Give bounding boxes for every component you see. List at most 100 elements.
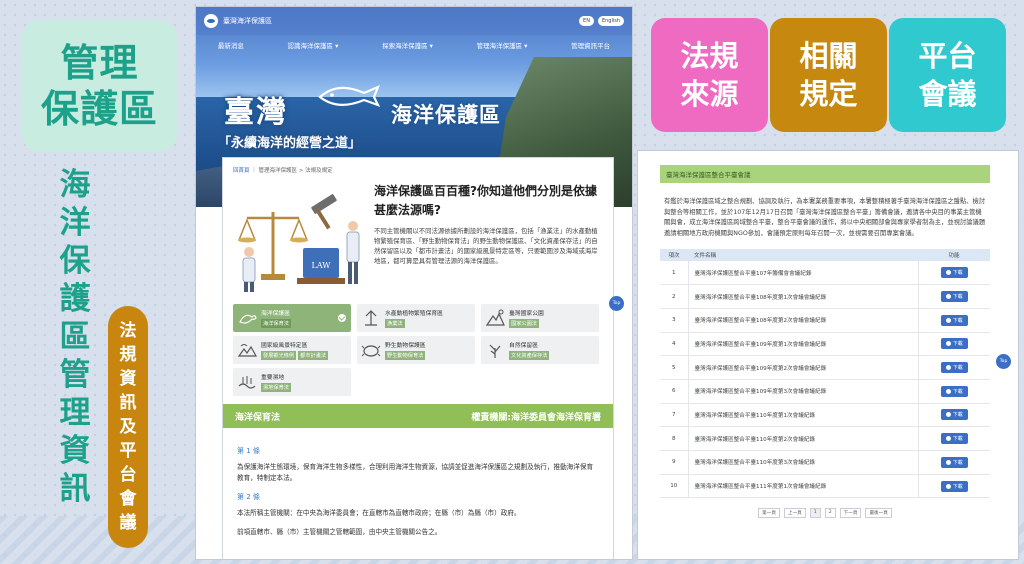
- title-box: 管理 保護區: [22, 20, 177, 152]
- category-icon: [239, 314, 257, 324]
- category-card[interactable]: 野生動物保護區 野生動物保育法: [357, 336, 475, 364]
- nav-item[interactable]: 認識海洋保護區 ▾: [288, 40, 339, 50]
- breadcrumb-home-link[interactable]: 回首頁: [233, 168, 250, 174]
- category-card[interactable]: 海洋保護區海洋保育法: [233, 304, 351, 332]
- category-tag: 野生動物保育法: [385, 351, 426, 360]
- lang-english-button[interactable]: English: [597, 16, 624, 26]
- document-name: 臺灣海洋保護區整合平臺109年度第3次會議會議紀錄: [687, 379, 919, 404]
- pagination: 第一頁 上一頁 1 2 下一頁 最後一頁: [660, 508, 990, 519]
- hero-title: 臺灣: [224, 95, 288, 130]
- vertical-char: 區: [59, 319, 91, 355]
- download-button[interactable]: 下載: [940, 314, 968, 326]
- tile-line: 來源: [680, 77, 739, 111]
- category-card[interactable]: 自然保留區 文化資產保存法: [481, 336, 599, 364]
- category-tag: 國家公園法: [509, 319, 539, 328]
- category-card[interactable]: 國家級風景特定區 發展觀光條例 都市計畫法: [233, 336, 351, 364]
- download-button[interactable]: 下載: [940, 433, 968, 445]
- tile-line: 平台: [918, 39, 977, 73]
- back-to-top-button-2[interactable]: Top: [996, 354, 1011, 369]
- download-button[interactable]: 下載: [940, 362, 968, 374]
- category-name: 重要濕地: [261, 375, 285, 381]
- nav-item[interactable]: 管理海洋保護區 ▾: [477, 40, 528, 50]
- vertical-char: 保: [59, 243, 91, 279]
- tile-law-source[interactable]: 法規 來源: [651, 18, 768, 132]
- category-icon: [361, 345, 381, 357]
- tile-line: 規定: [799, 77, 858, 111]
- intro-text: 海洋保護區百百種?你知道他們分別是依據甚麼法源嗎? 不同主管機關以不同法源依據所…: [374, 182, 603, 300]
- meeting-description: 有鑑於海洋保護區域之整合規劃、協調及執行，為本署業務重要事項，本署整積極著手臺灣…: [664, 198, 986, 237]
- pill-char: 平: [119, 441, 137, 461]
- download-button[interactable]: 下載: [940, 409, 968, 421]
- row-action: 下載: [918, 450, 990, 475]
- pill-char: 議: [119, 513, 137, 533]
- table-row: 9 臺灣海洋保護區整合平臺110年度第3次會議紀錄 下載: [660, 450, 990, 475]
- category-tag: 都市計畫法: [298, 351, 329, 360]
- hero-title-2: 海洋保護區: [391, 103, 501, 127]
- category-tag: 海洋保育法: [261, 319, 291, 328]
- download-button[interactable]: 下載: [940, 480, 968, 492]
- main-nav: 最新消息 認識海洋保護區 ▾ 探索海洋保護區 ▾ 管理海洋保護區 ▾ 管理資訊平…: [196, 37, 632, 53]
- download-icon: [945, 317, 951, 323]
- site-logo-icon[interactable]: [204, 14, 218, 28]
- meeting-table: 項次 文件名稱 功能 1 臺灣海洋保護區整合平臺107年籌備會會議紀錄 下載 2 臺灣海…: [660, 249, 990, 499]
- tile-related-rules[interactable]: 相關 規定: [770, 18, 887, 132]
- row-action: 下載: [918, 284, 990, 309]
- download-button[interactable]: 下載: [940, 385, 968, 397]
- breadcrumb: 回首頁 ｜ 管理海洋保護區 > 法規及規定: [233, 166, 603, 174]
- site-name[interactable]: 臺灣海洋保護區: [223, 16, 272, 26]
- category-card[interactable]: 水產動植物繁殖保育區 漁業法: [357, 304, 475, 332]
- pager-last[interactable]: 最後一頁: [865, 508, 892, 519]
- law-title-bar: 海洋保育法 權責機關:海洋委員會海洋保育署: [223, 404, 613, 428]
- row-number: 7: [660, 403, 688, 428]
- tile-platform-meeting[interactable]: 平台 會議: [889, 18, 1006, 132]
- download-button[interactable]: 下載: [940, 338, 968, 350]
- article-text: 本法所稱主管機關：在中央為海洋委員會；在直轄市為直轄市政府；在縣（市）為縣（市）…: [237, 509, 521, 517]
- tile-line: 法規: [680, 39, 739, 73]
- table-row: 3 臺灣海洋保護區整合平臺108年度第2次會議會議紀錄 下載: [660, 308, 990, 333]
- nav-item[interactable]: 最新消息: [218, 40, 244, 50]
- download-button[interactable]: 下載: [940, 291, 968, 303]
- table-row: 1 臺灣海洋保護區整合平臺107年籌備會會議紀錄 下載: [660, 261, 990, 286]
- meeting-page-screenshot: 臺灣海洋保護區整合平臺會議 有鑑於海洋保護區域之整合規劃、協調及執行，為本署業務…: [637, 150, 1019, 560]
- language-switch: EN English: [579, 16, 624, 26]
- law-articles: 第 1 條 為保護海洋生態環境，保育海洋生物多樣性，合理利用海洋生物資源，協調並…: [233, 428, 603, 538]
- pager-page[interactable]: 2: [824, 508, 836, 519]
- law-book-label: LAW: [312, 261, 332, 270]
- download-button[interactable]: 下載: [940, 456, 968, 468]
- download-icon: [945, 270, 951, 276]
- category-tag: 濕地保育法: [261, 383, 291, 392]
- column-header: 文件名稱: [688, 249, 918, 261]
- document-name: 臺灣海洋保護區整合平臺110年度第1次會議紀錄: [687, 403, 919, 428]
- lang-en-button[interactable]: EN: [579, 16, 594, 26]
- category-icon: [365, 310, 377, 326]
- category-tag: 發展觀光條例: [261, 351, 297, 360]
- tile-line: 相關: [799, 39, 858, 73]
- category-grid: 海洋保護區 海洋保育法 水產動植物繁殖保育區 漁業法 臺灣國家公園 國家公園法 國家級風景特…: [233, 304, 603, 396]
- nav-item[interactable]: 探索海洋保護區 ▾: [382, 40, 433, 50]
- pager-prev[interactable]: 上一頁: [783, 508, 806, 519]
- vertical-char: 海: [59, 167, 91, 203]
- category-card[interactable]: 臺灣國家公園 國家公園法: [481, 304, 599, 332]
- intro-heading: 海洋保護區百百種?你知道他們分別是依據甚麼法源嗎?: [374, 184, 597, 217]
- row-number: 1: [660, 261, 688, 286]
- row-number: 8: [660, 426, 688, 451]
- category-icon: [489, 344, 501, 358]
- pager-next[interactable]: 下一頁: [839, 508, 862, 519]
- pager-first[interactable]: 第一頁: [758, 508, 780, 519]
- back-to-top-button[interactable]: Top: [609, 296, 624, 311]
- category-card[interactable]: 重要濕地 濕地保育法: [233, 368, 351, 396]
- law-page-screenshot: 臺灣海洋保護區 EN English 最新消息 認識海洋保護區 ▾ 探索海洋保護…: [195, 6, 633, 560]
- download-icon: [945, 459, 951, 465]
- check-icon: [338, 314, 346, 322]
- tile-line: 會議: [918, 77, 977, 111]
- document-name: 臺灣海洋保護區整合平臺109年度第1次會議會議紀錄: [687, 332, 919, 357]
- table-row: 4 臺灣海洋保護區整合平臺109年度第1次會議會議紀錄 下載: [660, 332, 990, 357]
- download-icon: [945, 412, 951, 418]
- nav-item[interactable]: 管理資訊平台: [571, 40, 610, 50]
- download-icon: [945, 483, 951, 489]
- pager-page[interactable]: 1: [809, 508, 821, 519]
- download-button[interactable]: 下載: [940, 267, 968, 279]
- category-name: 海洋保護區: [261, 311, 290, 317]
- pill-char: 會: [119, 489, 137, 509]
- vertical-char: 訊: [59, 471, 91, 507]
